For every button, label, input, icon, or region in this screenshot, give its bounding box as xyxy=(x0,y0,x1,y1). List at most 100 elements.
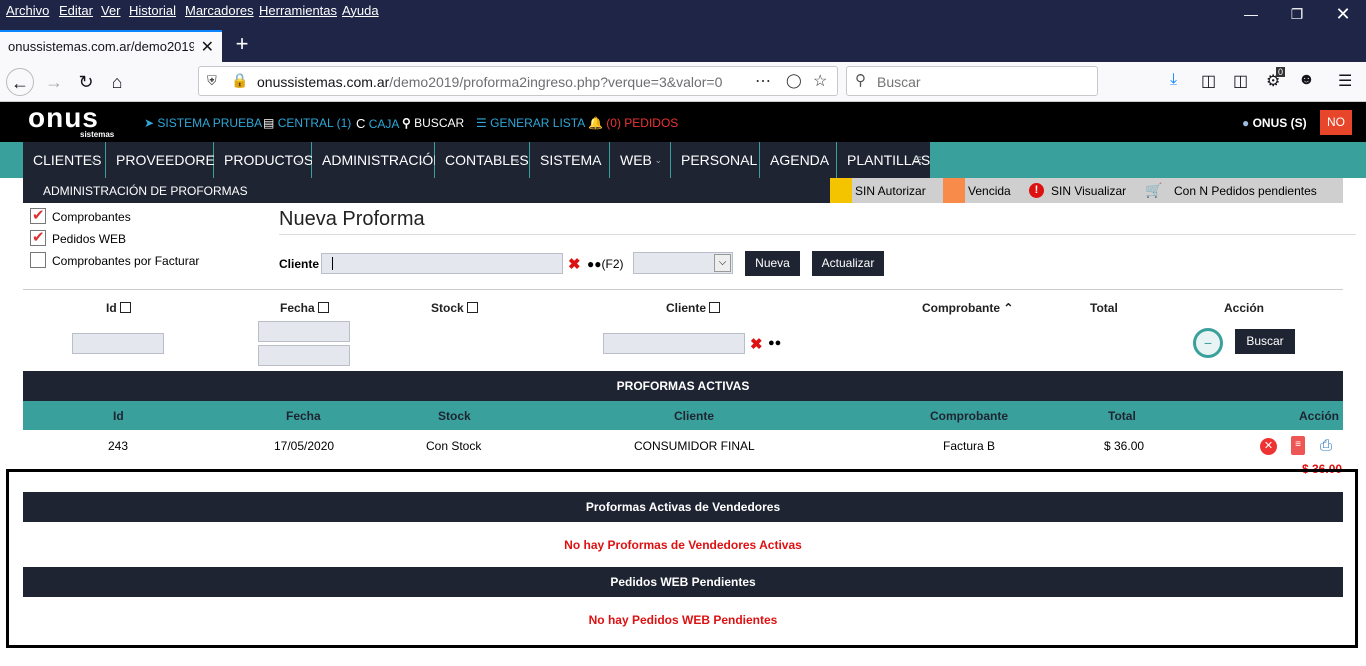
fecha-desde-input[interactable] xyxy=(258,321,350,342)
menu-historial[interactable]: Historial xyxy=(129,3,176,18)
home-icon[interactable]: ⌂ xyxy=(103,68,131,96)
col-total[interactable]: Total xyxy=(1108,409,1136,423)
delete-icon[interactable]: ✕ xyxy=(1260,438,1277,455)
menu-archivo[interactable]: Archivo xyxy=(6,3,49,18)
clear-filter-icon[interactable]: ✖ xyxy=(750,335,763,353)
id-filter-input[interactable] xyxy=(72,333,164,354)
cliente-input[interactable] xyxy=(321,253,563,274)
chevron-down-icon: ⌄ xyxy=(654,155,662,165)
filter-header-id[interactable]: Id xyxy=(106,301,131,315)
nav-personal[interactable]: PERSONAL ⌄ xyxy=(671,142,759,178)
minimize-icon[interactable]: — xyxy=(1236,4,1266,24)
actualizar-button[interactable]: Actualizar xyxy=(812,251,884,276)
browser-tab[interactable]: onussistemas.com.ar/demo2019/pr ✕ xyxy=(0,30,222,62)
menu-herramientas[interactable]: Herramientas xyxy=(259,3,337,18)
sistema-prueba-link[interactable]: ➤ SISTEMA PRUEBA xyxy=(144,116,262,130)
cliente-filter-input[interactable] xyxy=(603,333,745,354)
menu-marcadores[interactable]: Marcadores xyxy=(185,3,254,18)
browser-search-box[interactable]: ⚲ Buscar xyxy=(846,66,1098,96)
nav-sistema[interactable]: SISTEMA ⌄ xyxy=(530,142,609,178)
menu-editar[interactable]: Editar xyxy=(59,3,93,18)
nav-agenda[interactable]: AGENDA ⌄ xyxy=(760,142,836,178)
caja-link[interactable]: C CAJA xyxy=(356,116,399,131)
filter-header-fecha[interactable]: Fecha xyxy=(280,301,329,315)
filter-header-accion: Acción xyxy=(1224,301,1265,315)
vendedores-empty: No hay Proformas de Vendedores Activas xyxy=(564,538,802,552)
nav-proveedores[interactable]: PROVEEDORES ⌄ xyxy=(106,142,224,178)
buscar-button[interactable]: Buscar xyxy=(1235,329,1295,354)
menu-ver[interactable]: Ver xyxy=(101,3,121,18)
new-tab-icon[interactable]: + xyxy=(230,32,254,56)
pedidos-link[interactable]: 🔔 (0) PEDIDOS xyxy=(588,116,678,130)
forward-icon[interactable]: → xyxy=(40,68,68,96)
binoculars-icon[interactable]: ●● xyxy=(768,337,781,349)
zoom-out-icon[interactable]: − xyxy=(1193,328,1223,358)
nav-plantillas[interactable]: PLANTILLAS ☰ xyxy=(837,142,930,178)
bookmark-star-icon[interactable]: ☆ xyxy=(813,71,827,91)
onus-logo[interactable]: onus sistemas xyxy=(28,105,120,139)
download-icon[interactable]: ⤓ xyxy=(1170,71,1177,89)
maximize-icon[interactable]: ❐ xyxy=(1282,4,1312,24)
reload-icon[interactable]: ↻ xyxy=(72,68,100,96)
magnifier-icon: ⚲ xyxy=(402,116,411,130)
nav-web[interactable]: WEB ⌄ xyxy=(610,142,670,178)
insecure-lock-icon[interactable]: 🔒 xyxy=(231,72,248,89)
menu-ayuda[interactable]: Ayuda xyxy=(342,3,379,18)
nueva-button[interactable]: Nueva xyxy=(745,251,800,276)
checkbox-icon xyxy=(119,302,131,313)
alert-icon: ! xyxy=(1029,183,1044,198)
nav-administracion[interactable]: ADMINISTRACIÓN ⌄ xyxy=(312,142,443,178)
buscar-link[interactable]: ⚲ BUSCAR xyxy=(402,116,464,130)
central-link[interactable]: ▤ CENTRAL (1) xyxy=(263,116,351,130)
account-icon[interactable]: ☻ xyxy=(1298,71,1315,89)
filter-pedidos-web-checkbox[interactable] xyxy=(30,228,46,246)
legend-vencida: Vencida xyxy=(968,184,1011,198)
shield-icon[interactable]: ⛨ xyxy=(207,73,217,89)
nav-contables[interactable]: CONTABLES ⌄ xyxy=(435,142,529,178)
col-id[interactable]: Id xyxy=(113,409,124,423)
chevron-down-icon[interactable]: ⌵ xyxy=(714,254,731,272)
filter-comprobantes-checkbox[interactable] xyxy=(30,206,46,224)
col-cliente[interactable]: Cliente xyxy=(674,409,714,423)
filter-pedidos-web-label: Pedidos WEB xyxy=(52,232,127,246)
back-icon[interactable]: ← xyxy=(6,68,34,96)
f2-search[interactable]: ●●(F2) xyxy=(587,257,624,271)
cliente-select[interactable]: ⌵ xyxy=(633,252,733,274)
filter-header-cliente[interactable]: Cliente xyxy=(666,301,721,315)
document-icon[interactable]: ≡ xyxy=(1291,436,1305,455)
filter-header-total: Total xyxy=(1090,301,1118,315)
main-nav: CLIENTES ⌄ PROVEEDORES ⌄ PRODUCTOS ⌄ ADMINI… xyxy=(0,142,1366,178)
tab-title: onussistemas.com.ar/demo2019/pr xyxy=(8,39,194,54)
filter-por-facturar-checkbox[interactable] xyxy=(30,252,46,268)
filter-header-comprobante[interactable]: Comprobante ⌃ xyxy=(922,301,1013,315)
building-icon: ▤ xyxy=(263,116,275,130)
extension-badge: 0 xyxy=(1276,67,1286,77)
fecha-hasta-input[interactable] xyxy=(258,345,350,366)
more-icon[interactable]: ⋯ xyxy=(755,71,771,91)
col-comprobante[interactable]: Comprobante xyxy=(930,409,1008,423)
chevron-down-icon: ⌄ xyxy=(513,155,521,165)
generar-lista-link[interactable]: ☰ GENERAR LISTA xyxy=(476,116,585,130)
close-tab-icon[interactable]: ✕ xyxy=(201,37,214,57)
user-icon: ● xyxy=(1242,116,1250,130)
proformas-table-header: Id Fecha Stock Cliente Comprobante Total… xyxy=(23,401,1343,430)
pocket-icon[interactable]: ◯ xyxy=(786,72,802,89)
col-stock[interactable]: Stock xyxy=(438,409,471,423)
nav-productos[interactable]: PRODUCTOS ⌄ xyxy=(214,142,313,178)
close-window-icon[interactable]: ✕ xyxy=(1328,4,1358,24)
url-bar[interactable]: ⛨ 🔒 onussistemas.com.ar/demo2019/proform… xyxy=(198,66,838,96)
no-button[interactable]: NO xyxy=(1320,110,1352,135)
user-menu[interactable]: ● ONUS (S) xyxy=(1242,116,1307,130)
chevron-down-icon: ⌄ xyxy=(820,155,828,165)
nav-clientes[interactable]: CLIENTES ⌄ xyxy=(23,142,105,178)
col-fecha[interactable]: Fecha xyxy=(286,409,321,423)
printer-icon[interactable]: ⎙ xyxy=(1320,437,1332,454)
row-comprobante: Factura B xyxy=(943,439,996,453)
sin-autorizar-swatch xyxy=(830,178,852,203)
library-icon[interactable]: ◫ xyxy=(1201,71,1216,91)
clear-cliente-icon[interactable]: ✖ xyxy=(568,255,581,273)
filter-header-stock[interactable]: Stock xyxy=(431,301,478,315)
hamburger-menu-icon[interactable]: ☰ xyxy=(1338,71,1352,91)
search-placeholder: Buscar xyxy=(877,74,921,90)
sidebar-icon[interactable]: ◫ xyxy=(1233,71,1248,91)
